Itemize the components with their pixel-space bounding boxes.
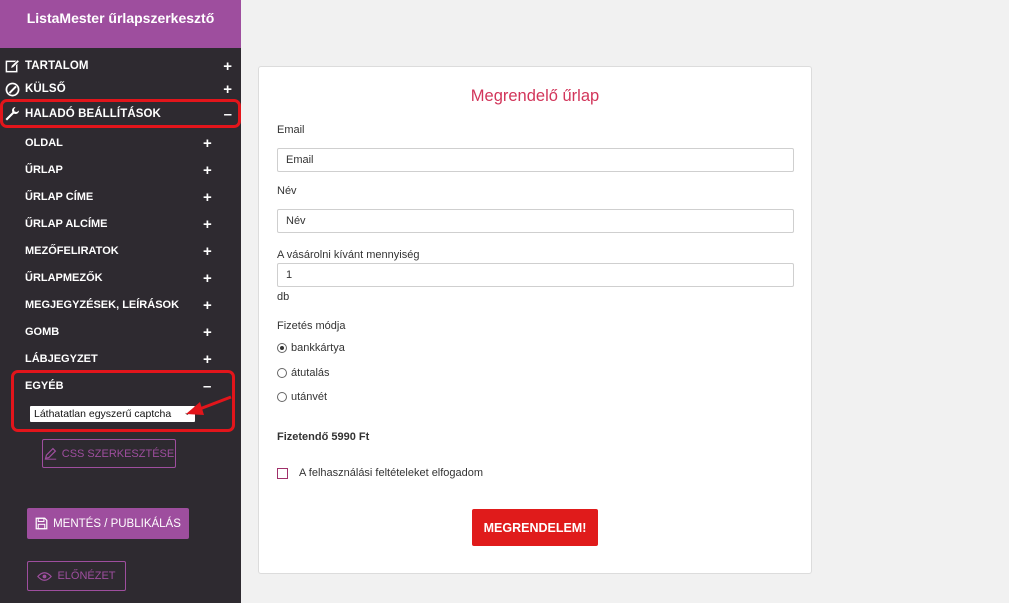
payment-label: Fizetés módja — [277, 320, 346, 332]
subitem-label: MEZŐFELIRATOK — [25, 245, 119, 257]
quantity-label: A vásárolni kívánt mennyiség — [277, 249, 420, 261]
pencil-icon — [44, 447, 57, 460]
subitem-label: ŰRLAP — [25, 164, 63, 176]
form-title: Megrendelő űrlap — [470, 87, 600, 105]
sidebar: ListaMester űrlapszerkesztő TARTALOM + K… — [0, 0, 241, 603]
save-publish-label: MENTÉS / PUBLIKÁLÁS — [53, 517, 181, 530]
order-submit-label: MEGRENDELEM! — [483, 520, 587, 535]
plus-icon[interactable]: + — [203, 244, 212, 259]
app-title: ListaMester űrlapszerkesztő — [26, 10, 215, 26]
subitem-label: OLDAL — [25, 137, 63, 149]
radio-button-checked[interactable] — [277, 343, 287, 353]
subitem-label: ŰRLAP CÍME — [25, 191, 94, 203]
subitem-megjegyzesek[interactable]: MEGJEGYZÉSEK, LEÍRÁSOK + — [0, 292, 241, 318]
subitem-urlapmezok[interactable]: ŰRLAPMEZŐK + — [0, 265, 241, 291]
section-label: KÜLSŐ — [25, 83, 66, 95]
quantity-field[interactable]: 1 — [277, 263, 794, 287]
payment-option-atutalas[interactable]: átutalás — [277, 367, 330, 379]
subitem-urlap[interactable]: ŰRLAP + — [0, 157, 241, 183]
edit-icon — [4, 58, 20, 74]
payment-option-label: utánvét — [291, 391, 328, 403]
subitem-label: MEGJEGYZÉSEK, LEÍRÁSOK — [25, 299, 180, 311]
order-submit-button[interactable]: MEGRENDELEM! — [472, 509, 598, 546]
plus-icon[interactable]: + — [223, 82, 232, 97]
plus-icon[interactable]: + — [203, 352, 212, 367]
subitem-urlap-cime[interactable]: ŰRLAP CÍME + — [0, 184, 241, 210]
payment-option-bankkartya[interactable]: bankkártya — [277, 342, 345, 354]
section-kulso[interactable]: KÜLSŐ + — [0, 77, 241, 101]
save-publish-button[interactable]: MENTÉS / PUBLIKÁLÁS — [27, 508, 189, 539]
terms-row[interactable]: A felhasználási feltételeket elfogadom — [277, 467, 483, 479]
plus-icon[interactable]: + — [203, 136, 212, 151]
subitem-mezofeliratok[interactable]: MEZŐFELIRATOK + — [0, 238, 241, 264]
plus-icon[interactable]: + — [203, 325, 212, 340]
radio-button[interactable] — [277, 368, 287, 378]
payment-option-label: bankkártya — [291, 342, 345, 354]
eye-icon — [37, 571, 53, 582]
plus-icon[interactable]: + — [203, 163, 212, 178]
preview-label: ELŐNÉZET — [57, 570, 116, 582]
payment-option-label: átutalás — [291, 367, 330, 379]
css-edit-button[interactable]: CSS SZERKESZTÉSE — [42, 439, 176, 468]
payment-option-utanvet[interactable]: utánvét — [277, 391, 327, 403]
section-label: TARTALOM — [25, 60, 89, 72]
css-edit-label: CSS SZERKESZTÉSE — [61, 447, 175, 460]
subitem-oldal[interactable]: OLDAL + — [0, 130, 241, 156]
subitem-label: LÁBJEGYZET — [25, 353, 98, 365]
preview-button[interactable]: ELŐNÉZET — [27, 561, 126, 591]
radio-button[interactable] — [277, 392, 287, 402]
subitem-urlap-alcime[interactable]: ŰRLAP ALCÍME + — [0, 211, 241, 237]
palette-icon — [4, 81, 20, 97]
plus-icon[interactable]: + — [203, 271, 212, 286]
section-tartalom[interactable]: TARTALOM + — [0, 54, 241, 78]
quantity-value: 1 — [286, 269, 293, 281]
red-arrow-icon — [183, 393, 235, 426]
subitem-label: ŰRLAP ALCÍME — [25, 218, 108, 230]
terms-checkbox[interactable] — [277, 467, 288, 479]
email-label: Email — [277, 124, 305, 136]
name-placeholder: Név — [286, 215, 306, 227]
save-icon — [35, 517, 48, 530]
total-amount: Fizetendő 5990 Ft — [277, 431, 370, 443]
email-placeholder: Email — [286, 154, 314, 166]
plus-icon[interactable]: + — [223, 59, 232, 74]
quantity-unit: db — [277, 291, 290, 303]
subitem-label: ŰRLAPMEZŐK — [25, 272, 103, 284]
name-label: Név — [277, 185, 297, 197]
app-header: ListaMester űrlapszerkesztő — [0, 0, 241, 48]
subitem-gomb[interactable]: GOMB + — [0, 319, 241, 345]
subitem-label: GOMB — [25, 326, 60, 338]
form-preview-card: Megrendelő űrlap Email Email Név Név A v… — [258, 66, 812, 574]
email-field[interactable]: Email — [277, 148, 794, 172]
plus-icon[interactable]: + — [203, 298, 212, 313]
highlight-box-advanced — [0, 99, 241, 128]
plus-icon[interactable]: + — [203, 217, 212, 232]
subitem-labjegyzet[interactable]: LÁBJEGYZET + — [0, 346, 241, 372]
plus-icon[interactable]: + — [203, 190, 212, 205]
terms-label: A felhasználási feltételeket elfogadom — [299, 467, 484, 479]
name-field[interactable]: Név — [277, 209, 794, 233]
